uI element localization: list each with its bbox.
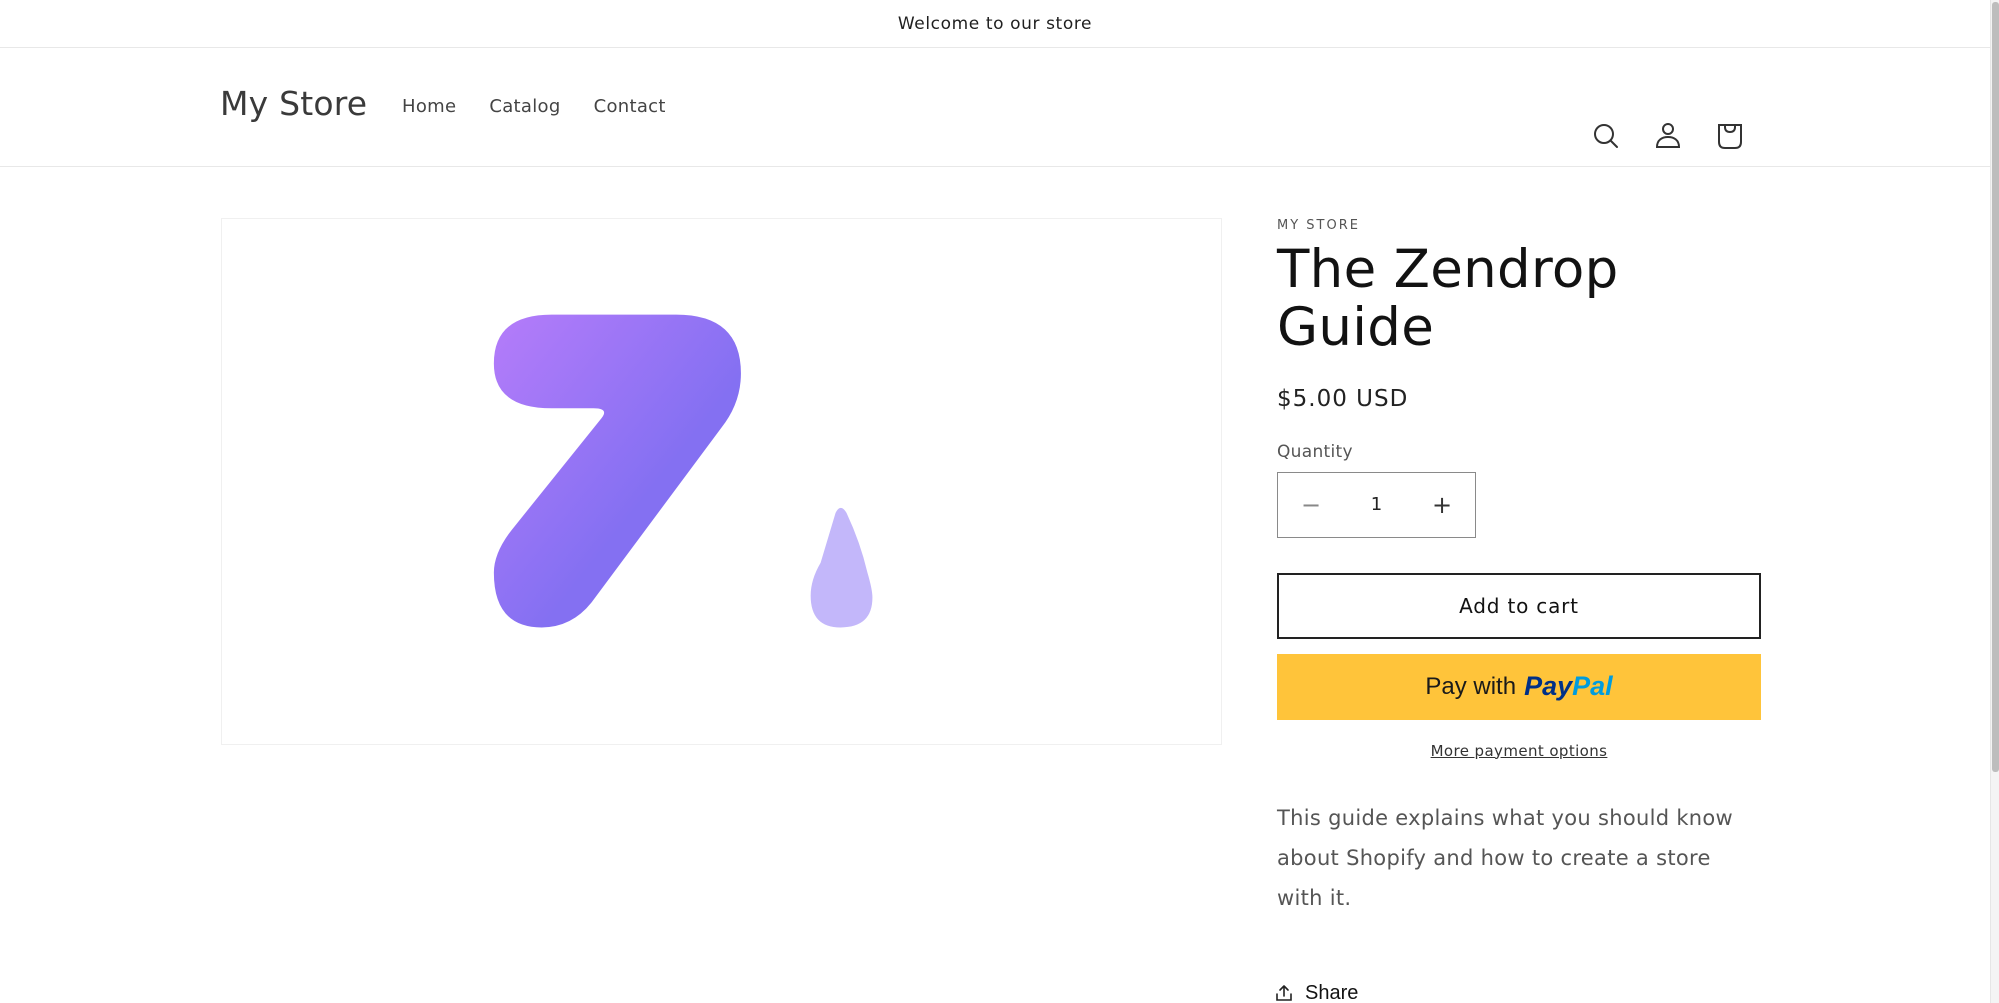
decrease-quantity-button[interactable]: − bbox=[1278, 473, 1344, 537]
paypal-logo: PayPal bbox=[1524, 671, 1613, 702]
share-icon bbox=[1276, 985, 1292, 1001]
search-icon bbox=[1594, 124, 1618, 148]
add-to-cart-button[interactable]: Add to cart bbox=[1277, 572, 1761, 639]
cart-icon bbox=[1718, 124, 1742, 149]
main-nav: Home Catalog Contact bbox=[402, 96, 666, 117]
logo-drop-shape bbox=[810, 507, 873, 628]
account-button[interactable] bbox=[1652, 120, 1684, 152]
page: Welcome to our store My Store Home Catal… bbox=[0, 0, 1990, 1003]
quantity-stepper: − + bbox=[1277, 471, 1476, 538]
site-header: My Store Home Catalog Contact bbox=[0, 48, 1990, 167]
account-icon bbox=[1655, 123, 1681, 148]
logo-z-shape bbox=[493, 314, 741, 628]
paypal-logo-pay: Pay bbox=[1524, 671, 1573, 702]
paypal-button[interactable]: Pay with PayPal bbox=[1277, 653, 1761, 720]
product-vendor: MY STORE bbox=[1277, 218, 1360, 233]
quantity-label: Quantity bbox=[1277, 441, 1353, 462]
paypal-prefix: Pay with bbox=[1425, 672, 1517, 700]
announcement-bar: Welcome to our store bbox=[0, 0, 1990, 48]
more-payment-options-link[interactable]: More payment options bbox=[1277, 742, 1761, 760]
nav-home[interactable]: Home bbox=[402, 96, 456, 117]
nav-contact[interactable]: Contact bbox=[594, 96, 666, 117]
search-button[interactable] bbox=[1590, 120, 1622, 152]
product-info: MY STORE The Zendrop Guide $5.00 USD Qua… bbox=[1275, 218, 1761, 1003]
product-image[interactable] bbox=[221, 218, 1222, 745]
page-scrollbar[interactable] bbox=[1990, 0, 1999, 1003]
product-description: This guide explains what you should know… bbox=[1277, 805, 1734, 910]
nav-catalog[interactable]: Catalog bbox=[489, 96, 560, 117]
product-title: The Zendrop Guide bbox=[1277, 239, 1619, 359]
increase-quantity-button[interactable]: + bbox=[1409, 473, 1475, 537]
store-logo[interactable]: My Store bbox=[220, 84, 367, 123]
product-price: $5.00 USD bbox=[1277, 385, 1409, 412]
share-label: Share bbox=[1305, 981, 1359, 1003]
announcement-text: Welcome to our store bbox=[897, 13, 1093, 34]
zendrop-logo-image bbox=[493, 314, 873, 628]
share-button[interactable]: Share bbox=[1275, 982, 1761, 1003]
scrollbar-thumb[interactable] bbox=[1992, 2, 1999, 772]
quantity-input[interactable] bbox=[1346, 494, 1407, 516]
cart-button[interactable] bbox=[1714, 120, 1746, 152]
paypal-logo-pal: Pal bbox=[1572, 671, 1613, 702]
header-icons bbox=[1590, 120, 1746, 152]
